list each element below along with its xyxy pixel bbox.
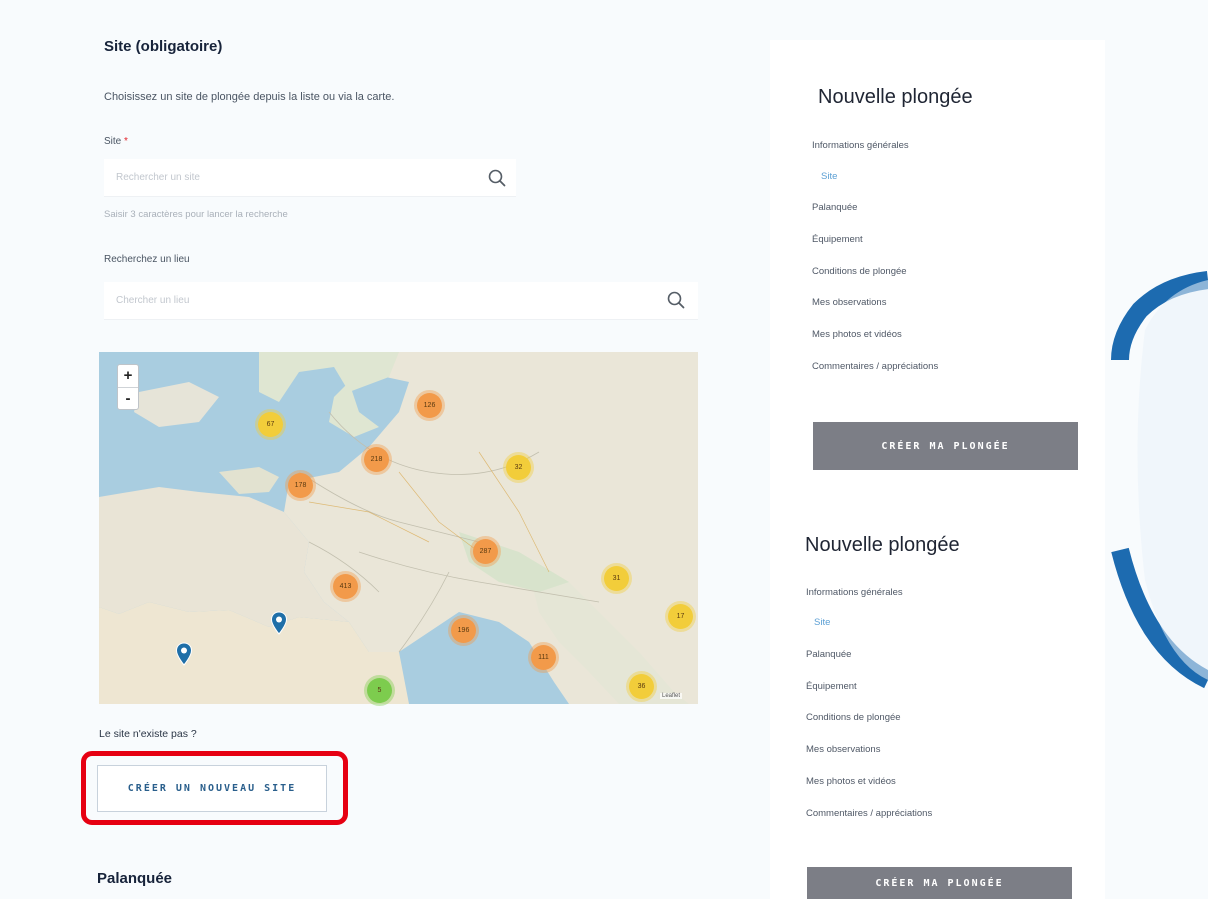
create-dive-button[interactable]: CRÉER MA PLONGÉE [807,867,1072,899]
site-help-text: Saisir 3 caractères pour lancer la reche… [104,209,288,220]
place-search-input[interactable] [104,282,698,319]
zoom-in-button[interactable]: + [118,365,138,387]
map-pin-icon[interactable] [270,611,288,635]
sidebar-title: Nouvelle plongée [818,86,973,108]
no-site-text: Le site n'existe pas ? [99,728,197,740]
sidebar-item-conditions[interactable]: Conditions de plongée [806,712,901,723]
map-cluster[interactable]: 67 [258,412,283,437]
map-cluster[interactable]: 31 [604,566,629,591]
create-dive-button[interactable]: CRÉER MA PLONGÉE [813,422,1078,470]
create-new-site-button[interactable]: CRÉER UN NOUVEAU SITE [97,765,327,812]
required-mark: * [124,136,128,147]
section-title: Site (obligatoire) [104,38,223,55]
map-pin-icon[interactable] [175,642,193,666]
decorative-arc [1111,271,1208,689]
sidebar-item-general-info[interactable]: Informations générales [806,587,903,598]
site-search-input[interactable] [104,159,516,196]
map-cluster[interactable]: 5 [367,678,392,703]
sidebar-item-site[interactable]: Site [814,617,830,628]
sidebar-item-media[interactable]: Mes photos et vidéos [806,776,896,787]
sidebar-item-general-info[interactable]: Informations générales [812,140,909,151]
map-cluster[interactable]: 287 [473,539,498,564]
section-description: Choisissez un site de plongée depuis la … [104,91,395,103]
sidebar-item-equipment[interactable]: Équipement [806,681,857,692]
sidebar-item-observations[interactable]: Mes observations [806,744,880,755]
search-icon[interactable] [665,289,687,311]
sidebar-item-palanquee[interactable]: Palanquée [812,202,857,213]
sidebar-title: Nouvelle plongée [805,534,960,556]
map-cluster[interactable]: 17 [668,604,693,629]
map-cluster[interactable]: 413 [333,574,358,599]
map-cluster[interactable]: 111 [531,645,556,670]
map-cluster[interactable]: 36 [629,674,654,699]
site-label: Site * [104,136,128,147]
zoom-control: + - [117,364,139,410]
place-input-wrapper [104,282,698,320]
map-attribution[interactable]: Leaflet [660,693,683,699]
sidebar-item-conditions[interactable]: Conditions de plongée [812,266,907,277]
palanquee-section-title: Palanquée [97,870,173,887]
site-input-wrapper [104,159,516,197]
zoom-out-button[interactable]: - [118,387,138,409]
search-icon[interactable] [486,167,508,189]
map-cluster[interactable]: 32 [506,455,531,480]
map-cluster[interactable]: 126 [417,393,442,418]
map-cluster[interactable]: 218 [364,447,389,472]
sidebar-item-site[interactable]: Site [821,171,837,182]
sidebar-item-equipment[interactable]: Équipement [812,234,863,245]
sidebar-item-palanquee[interactable]: Palanquée [806,649,851,660]
place-label: Recherchez un lieu [104,254,190,265]
map-cluster[interactable]: 178 [288,473,313,498]
sidebar-item-comments[interactable]: Commentaires / appréciations [812,361,938,372]
sidebar-item-comments[interactable]: Commentaires / appréciations [806,808,932,819]
map-cluster[interactable]: 196 [451,618,476,643]
sidebar-item-media[interactable]: Mes photos et vidéos [812,329,902,340]
sidebar-item-observations[interactable]: Mes observations [812,297,886,308]
